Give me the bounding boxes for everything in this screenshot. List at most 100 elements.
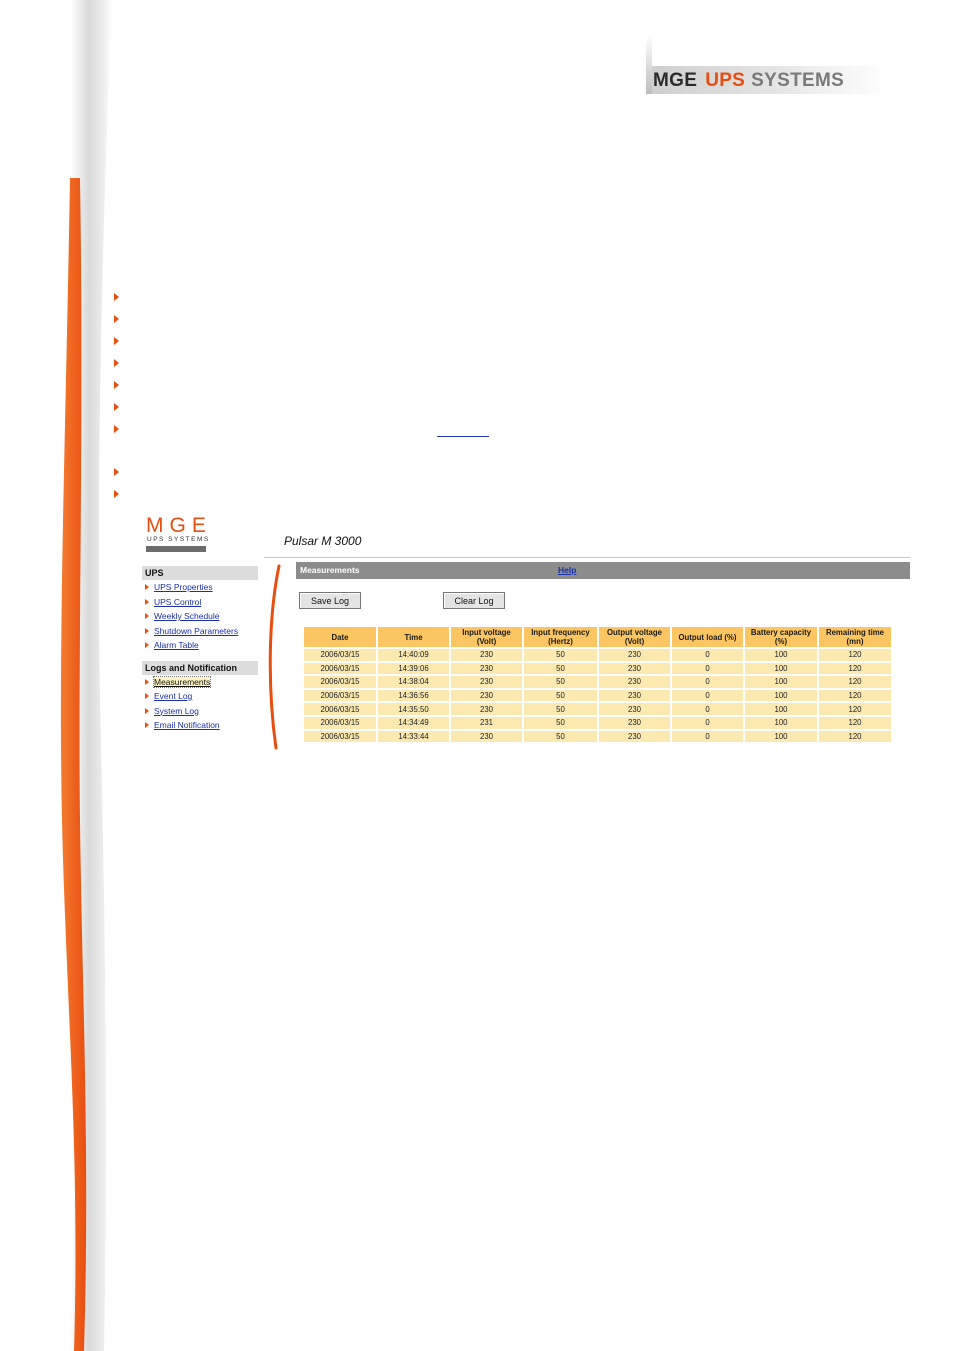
- sidebar-section-logs: Logs and Notification: [142, 660, 258, 675]
- table-row: 2006/03/15 14:35:50 230 50 230 0 100 120: [304, 703, 891, 715]
- sidebar-section-ups: UPS: [142, 566, 258, 580]
- table-cell: 50: [524, 716, 597, 729]
- bullet-marker: [114, 293, 119, 301]
- arrow-right-icon: [145, 613, 149, 619]
- column-header: Output voltage (Volt): [599, 627, 670, 647]
- table-cell: 2006/03/15: [304, 703, 376, 715]
- bullet-marker: [114, 337, 119, 345]
- table-cell: 230: [599, 730, 670, 743]
- sidebar-item-weekly-schedule[interactable]: Weekly Schedule: [142, 609, 258, 624]
- header-logo-ups: UPS: [705, 70, 746, 91]
- column-header: Remaining time (mn): [819, 627, 891, 647]
- bullet-marker: [114, 315, 119, 323]
- table-cell: 0: [672, 676, 743, 688]
- table-cell: 14:33:44: [378, 730, 449, 743]
- table-header-row: Date Time Input voltage (Volt) Input freque…: [304, 627, 891, 647]
- table-cell: 100: [745, 716, 817, 729]
- table-cell: 0: [672, 689, 743, 702]
- sidebar-item-event-log[interactable]: Event Log: [142, 689, 258, 704]
- arrow-right-icon: [145, 598, 149, 605]
- table-cell: 50: [524, 689, 597, 702]
- table-cell: 14:40:09: [378, 649, 449, 661]
- sidebar-item-measurements[interactable]: Measurements: [142, 675, 258, 690]
- header-divider: [264, 557, 910, 558]
- table-cell: 120: [819, 716, 891, 729]
- table-cell: 2006/03/15: [304, 689, 376, 702]
- mge-logo: MGE UPS SYSTEMS: [146, 514, 212, 552]
- table-cell: 120: [819, 730, 891, 743]
- table-cell: 230: [451, 662, 522, 675]
- mge-logo-subtitle: UPS SYSTEMS: [147, 536, 210, 543]
- table-cell: 50: [524, 676, 597, 688]
- sidebar-item-label: Weekly Schedule: [154, 611, 220, 621]
- table-cell: 14:34:49: [378, 716, 449, 729]
- table-cell: 0: [672, 649, 743, 661]
- bullet-marker: [114, 359, 119, 367]
- table-cell: 230: [599, 689, 670, 702]
- table-cell: 120: [819, 703, 891, 715]
- table-cell: 100: [745, 676, 817, 688]
- bullet-marker: [114, 403, 119, 411]
- arrow-right-icon: [145, 722, 149, 728]
- table-cell: 230: [451, 689, 522, 702]
- bullet-marker: [114, 381, 119, 389]
- column-header: Time: [378, 627, 449, 647]
- sidebar-item-alarm-table[interactable]: Alarm Table: [142, 638, 258, 653]
- table-cell: 14:39:06: [378, 662, 449, 675]
- sidebar-item-email-notification[interactable]: Email Notification: [142, 718, 258, 733]
- table-row: 2006/03/15 14:34:49 231 50 230 0 100 120: [304, 716, 891, 729]
- table-row: 2006/03/15 14:40:09 230 50 230 0 100 120: [304, 649, 891, 661]
- table-row: 2006/03/15 14:39:06 230 50 230 0 100 120: [304, 662, 891, 675]
- clear-log-button[interactable]: Clear Log: [443, 592, 505, 609]
- table-cell: 230: [451, 649, 522, 661]
- table-cell: 230: [599, 716, 670, 729]
- sidebar-item-shutdown-parameters[interactable]: Shutdown Parameters: [142, 624, 258, 639]
- table-cell: 120: [819, 689, 891, 702]
- column-header: Battery capacity (%): [745, 627, 817, 647]
- table-cell: 50: [524, 649, 597, 661]
- column-header: Input voltage (Volt): [451, 627, 522, 647]
- arrow-right-icon: [145, 693, 149, 699]
- sidebar-item-label: Alarm Table: [154, 640, 199, 650]
- sidebar-item-label: UPS Control: [154, 596, 202, 607]
- table-body: 2006/03/15 14:40:09 230 50 230 0 100 120 2006/03…: [304, 649, 891, 743]
- header-logo-mge: MGE: [653, 70, 698, 91]
- table-cell: 2006/03/15: [304, 662, 376, 675]
- sidebar-item-ups-properties[interactable]: UPS Properties: [142, 580, 258, 595]
- orange-divider-swoosh: [268, 564, 281, 750]
- table-cell: 2006/03/15: [304, 649, 376, 661]
- sidebar-item-system-log[interactable]: System Log: [142, 704, 258, 719]
- arrow-right-icon: [145, 678, 149, 685]
- sidebar-item-ups-control[interactable]: UPS Control: [142, 595, 258, 610]
- table-cell: 120: [819, 676, 891, 688]
- arrow-right-icon: [145, 642, 149, 648]
- table-cell: 231: [451, 716, 522, 729]
- mge-logo-letters: MGE: [146, 514, 212, 537]
- table-cell: 14:36:56: [378, 689, 449, 702]
- help-link[interactable]: Help: [558, 565, 576, 575]
- sidebar-item-label: Measurements: [152, 675, 212, 688]
- underline-link-stub[interactable]: [437, 436, 489, 437]
- bullet-marker: [114, 468, 119, 476]
- bullet-marker: [114, 425, 119, 433]
- save-log-button[interactable]: Save Log: [299, 592, 361, 609]
- table-row: 2006/03/15 14:36:56 230 50 230 0 100 120: [304, 689, 891, 702]
- sidebar-item-label: Event Log: [154, 691, 193, 701]
- sidebar-item-label: System Log: [154, 705, 199, 716]
- sidebar-item-label: Shutdown Parameters: [154, 625, 239, 636]
- table-cell: 0: [672, 716, 743, 729]
- table-cell: 120: [819, 662, 891, 675]
- measurements-table: Date Time Input voltage (Volt) Input freque…: [302, 625, 893, 744]
- table-cell: 14:38:04: [378, 676, 449, 688]
- table-cell: 2006/03/15: [304, 716, 376, 729]
- table-cell: 100: [745, 730, 817, 743]
- table-cell: 230: [451, 703, 522, 715]
- measurements-title-bar: Measurements Help: [296, 562, 910, 579]
- arrow-right-icon: [145, 627, 149, 634]
- sidebar-item-label: UPS Properties: [154, 582, 213, 592]
- measurements-title: Measurements: [300, 565, 360, 575]
- table-cell: 230: [451, 730, 522, 743]
- arrow-right-icon: [145, 584, 149, 590]
- table-cell: 100: [745, 662, 817, 675]
- table-cell: 0: [672, 730, 743, 743]
